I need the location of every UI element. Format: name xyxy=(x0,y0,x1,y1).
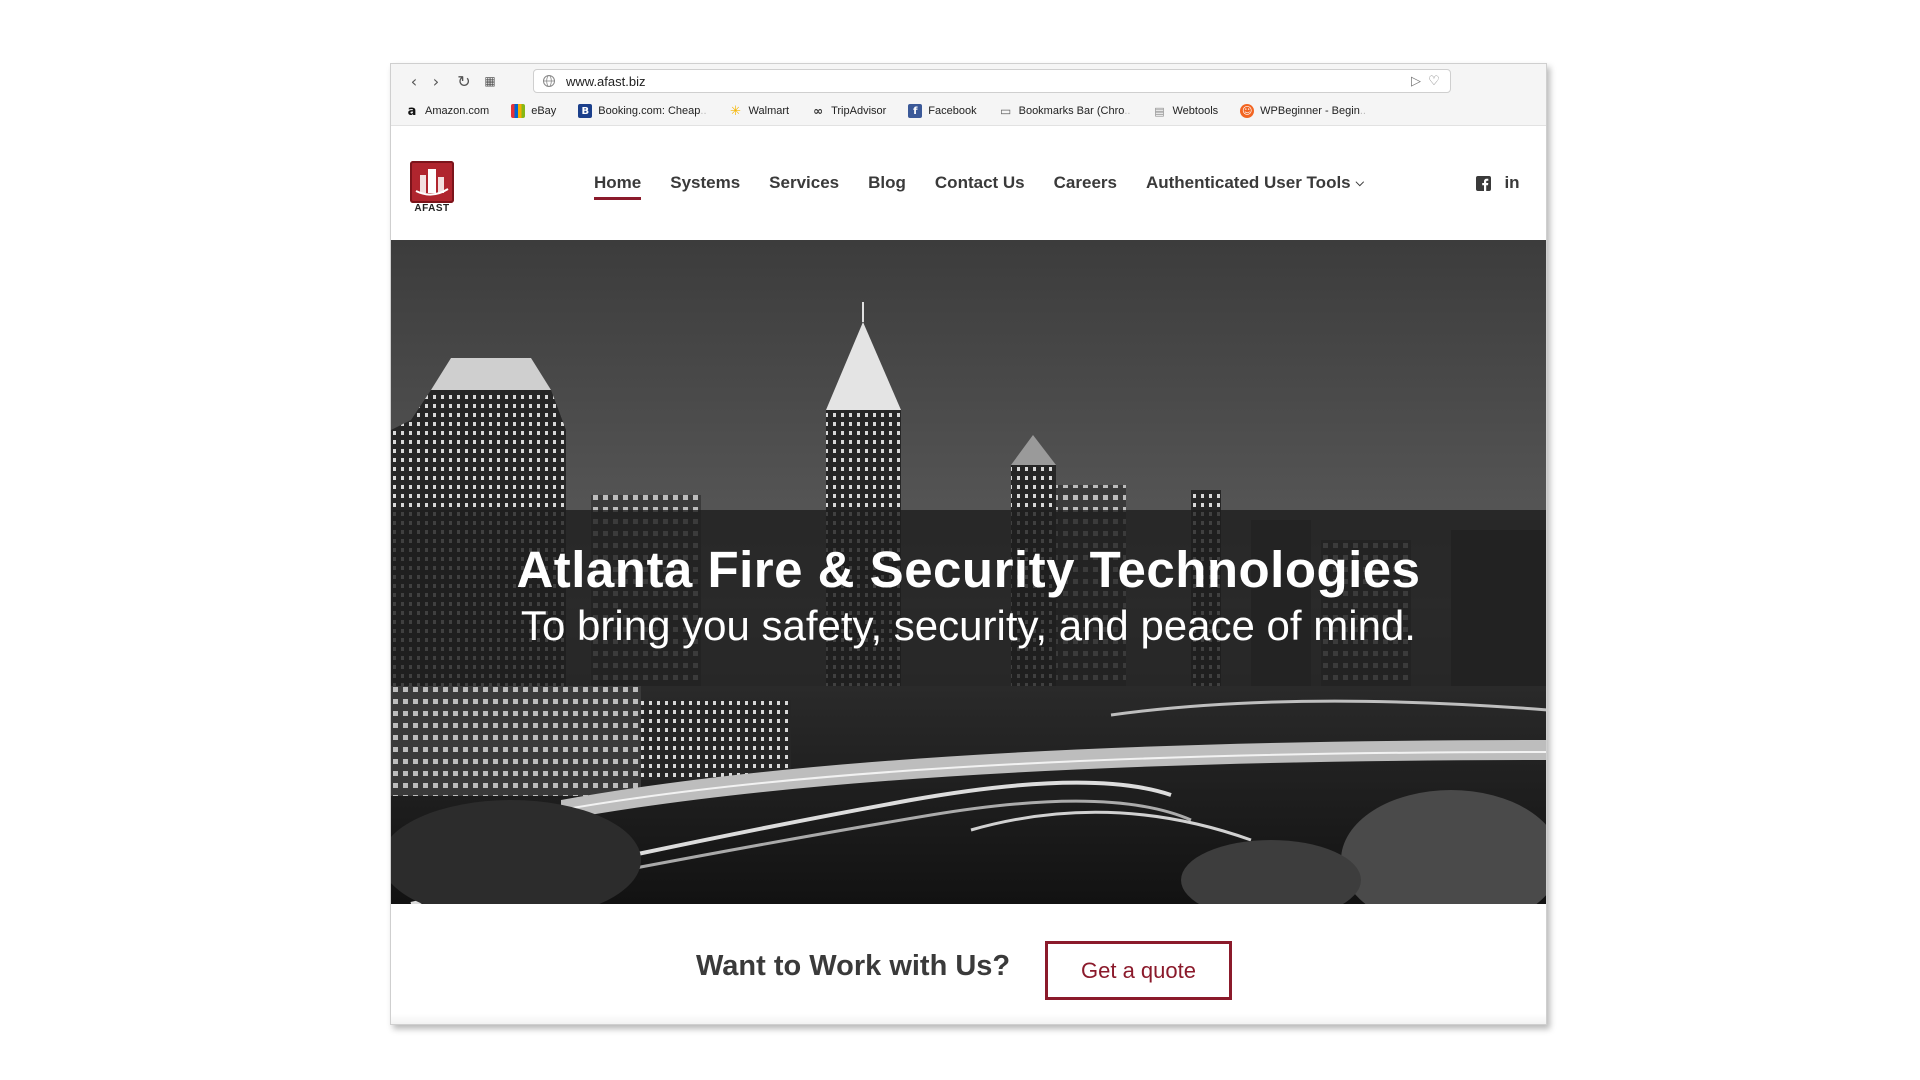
walmart-icon: ✳ xyxy=(730,103,741,119)
address-bar[interactable]: ▷ ♡ xyxy=(533,69,1451,93)
nav-careers[interactable]: Careers xyxy=(1054,173,1117,193)
nav-systems[interactable]: Systems xyxy=(670,173,740,193)
bookmark-facebook[interactable]: f Facebook xyxy=(908,104,977,118)
bookmark-wpbeginner[interactable]: ☺ WPBeginner - Begin.. xyxy=(1240,104,1366,118)
send-icon[interactable]: ▷ xyxy=(1408,73,1424,89)
cta-title: Want to Work with Us? xyxy=(696,950,1011,982)
browser-window: ‹ › ↻ ▦ ▷ ♡ a Amazon.com eBay B xyxy=(390,63,1547,1025)
bookmarks-bar: a Amazon.com eBay B Booking.com: Cheap..… xyxy=(405,102,1388,120)
site-logo[interactable]: AFAST xyxy=(410,161,456,217)
nav-home[interactable]: Home xyxy=(594,173,642,200)
nav-authenticated-user-tools[interactable]: Authenticated User Tools ⌵ xyxy=(1146,173,1364,193)
nav-blog[interactable]: Blog xyxy=(868,173,906,193)
back-icon[interactable]: ‹ xyxy=(403,70,425,92)
reload-icon[interactable]: ↻ xyxy=(453,70,475,92)
footer-divider xyxy=(391,1014,1546,1024)
bookmark-booking[interactable]: B Booking.com: Cheap.. xyxy=(578,104,707,118)
folder-icon: ▭ xyxy=(999,104,1012,118)
linkedin-link[interactable]: in xyxy=(1501,173,1523,193)
bookmark-amazon[interactable]: a Amazon.com xyxy=(405,103,490,119)
amazon-icon: a xyxy=(407,103,417,119)
nav-services[interactable]: Services xyxy=(769,173,839,193)
bookmark-webtools[interactable]: ▤ Webtools xyxy=(1153,104,1218,118)
buildings-icon xyxy=(415,169,449,196)
bookmark-walmart[interactable]: ✳ Walmart xyxy=(729,103,789,119)
linkedin-icon: in xyxy=(1504,173,1520,192)
nav-contact-us[interactable]: Contact Us xyxy=(935,173,1025,193)
chevron-down-icon: ⌵ xyxy=(1355,176,1364,189)
bookmark-ebay[interactable]: eBay xyxy=(511,104,556,118)
forward-icon[interactable]: › xyxy=(425,70,447,92)
hero-subtitle: To bring you safety, security, and peace… xyxy=(521,602,1416,649)
facebook-icon: f xyxy=(908,104,923,118)
ebay-icon xyxy=(511,104,526,118)
logo-mark xyxy=(410,161,454,203)
hero-section: Atlanta Fire & Security Technologies To … xyxy=(391,240,1546,904)
bookmark-tripadvisor[interactable]: ∞ TripAdvisor xyxy=(811,104,886,118)
bookmark-folder[interactable]: ▭ Bookmarks Bar (Chro.. xyxy=(999,104,1131,118)
wpbeginner-icon: ☺ xyxy=(1240,104,1255,118)
heart-icon[interactable]: ♡ xyxy=(1426,73,1442,89)
url-input[interactable] xyxy=(566,72,1346,90)
facebook-link[interactable] xyxy=(1473,173,1493,193)
nav-authenticated-user-tools-label: Authenticated User Tools xyxy=(1145,173,1351,192)
main-nav: Home Systems Services Blog Contact Us Ca… xyxy=(594,171,1393,200)
hero-title: Atlanta Fire & Security Technologies xyxy=(516,541,1421,598)
get-a-quote-button[interactable]: Get a quote xyxy=(1045,941,1232,1000)
booking-icon: B xyxy=(578,104,593,118)
grid-view-icon[interactable]: ▦ xyxy=(479,70,501,92)
facebook-icon xyxy=(1475,175,1491,191)
globe-icon xyxy=(543,75,555,87)
document-icon: ▤ xyxy=(1154,104,1165,118)
tripadvisor-icon: ∞ xyxy=(813,104,824,118)
logo-text: AFAST xyxy=(414,203,450,214)
browser-toolbar: ‹ › ↻ ▦ ▷ ♡ a Amazon.com eBay B xyxy=(391,64,1546,126)
